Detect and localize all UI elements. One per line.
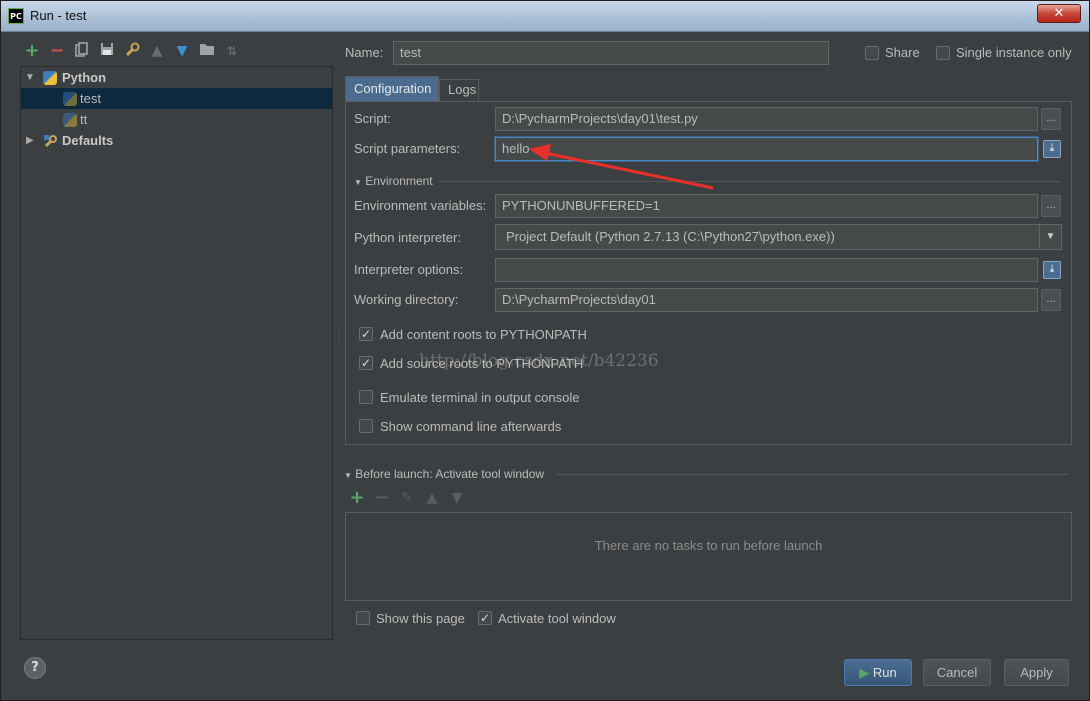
expand-field-icon[interactable]: ⤓ <box>1043 140 1061 158</box>
remove-icon[interactable]: − <box>48 42 66 60</box>
before-launch-task-list: There are no tasks to run before launch <box>345 512 1072 601</box>
run-button-label: Run <box>872 665 897 680</box>
tree-item-label: test <box>80 91 101 106</box>
config-tree: ▼ Python test tt ▶ Defaults <box>20 66 333 640</box>
section-divider <box>556 474 1069 475</box>
move-up-icon[interactable]: ▲ <box>423 489 441 507</box>
move-down-icon[interactable]: ▼ <box>173 42 191 60</box>
edit-task-icon[interactable]: ✎ <box>398 489 416 507</box>
expand-arrow-icon[interactable]: ▶ <box>26 130 34 151</box>
python-icon <box>63 113 77 127</box>
wrench-icon <box>43 134 59 148</box>
tree-node-python[interactable]: ▼ Python <box>21 67 332 88</box>
pane-splitter[interactable]: ⋮ <box>334 331 344 342</box>
folder-icon[interactable] <box>198 42 216 60</box>
interpreter-dropdown[interactable]: Project Default (Python 2.7.13 (C:\Pytho… <box>495 224 1062 250</box>
collapse-arrow-icon: ▼ <box>344 471 352 480</box>
interpreter-options-label: Interpreter options: <box>354 262 464 277</box>
tab-configuration[interactable]: Configuration <box>345 76 439 101</box>
move-down-icon[interactable]: ▼ <box>448 489 466 507</box>
activate-tool-window-checkbox[interactable]: ✓ <box>478 611 492 625</box>
environment-header: Environment <box>365 174 433 188</box>
interpreter-options-input[interactable] <box>495 258 1038 282</box>
tree-item-tt[interactable]: tt <box>21 109 332 130</box>
single-instance-label: Single instance only <box>956 45 1072 60</box>
env-vars-label: Environment variables: <box>354 198 487 213</box>
emulate-terminal-label: Emulate terminal in output console <box>380 390 580 405</box>
apply-button[interactable]: Apply <box>1004 659 1069 686</box>
content-roots-label: Add content roots to PYTHONPATH <box>380 327 587 342</box>
before-launch-section[interactable]: ▼ Before launch: Activate tool window <box>344 467 544 481</box>
name-input[interactable]: test <box>393 41 829 65</box>
add-icon[interactable]: + <box>23 42 41 60</box>
tree-item-test[interactable]: test <box>21 88 332 109</box>
show-page-label: Show this page <box>376 611 465 626</box>
empty-tasks-message: There are no tasks to run before launch <box>594 538 823 553</box>
name-label: Name: <box>345 45 384 60</box>
script-parameters-label: Script parameters: <box>354 141 461 156</box>
add-task-icon[interactable]: + <box>348 489 366 507</box>
environment-section[interactable]: ▼ Environment <box>354 174 433 188</box>
single-instance-checkbox[interactable] <box>936 46 950 60</box>
content-roots-checkbox[interactable]: ✓ <box>359 327 373 341</box>
share-checkbox[interactable] <box>865 46 879 60</box>
show-command-line-label: Show command line afterwards <box>380 419 562 434</box>
pycharm-icon: PC <box>8 8 24 24</box>
wrench-icon[interactable] <box>123 42 141 60</box>
tree-label-defaults: Defaults <box>62 133 114 148</box>
interpreter-value: Project Default (Python 2.7.13 (C:\Pytho… <box>506 229 835 244</box>
window-title: Run - test <box>30 8 87 23</box>
edit-env-vars-button[interactable]: ... <box>1041 195 1061 217</box>
title-bar[interactable]: PC Run - test ✕ <box>1 1 1089 32</box>
browse-directory-button[interactable]: ... <box>1041 289 1061 311</box>
chevron-down-icon: ▼ <box>1039 225 1061 249</box>
annotation-arrow-icon <box>529 144 714 190</box>
source-roots-checkbox[interactable]: ✓ <box>359 356 373 370</box>
cancel-button[interactable]: Cancel <box>923 659 991 686</box>
emulate-terminal-checkbox[interactable] <box>359 390 373 404</box>
python-icon <box>43 71 57 85</box>
working-directory-label: Working directory: <box>354 292 459 307</box>
collapse-arrow-icon: ▼ <box>354 178 362 187</box>
close-button[interactable]: ✕ <box>1037 4 1081 23</box>
run-button[interactable]: ▶ Run <box>844 659 912 686</box>
copy-icon[interactable] <box>73 42 91 60</box>
watermark-text: http://blog.csdn.net/b42236 <box>419 351 659 371</box>
collapse-arrow-icon[interactable]: ▼ <box>25 67 35 88</box>
tree-item-label: tt <box>80 112 88 127</box>
working-directory-input[interactable]: D:\PycharmProjects\day01 <box>495 288 1038 312</box>
share-label: Share <box>885 45 920 60</box>
tree-node-defaults[interactable]: ▶ Defaults <box>21 130 332 151</box>
browse-script-button[interactable]: ... <box>1041 108 1061 130</box>
before-launch-header: Before launch: Activate tool window <box>355 467 545 481</box>
interpreter-label: Python interpreter: <box>354 230 461 245</box>
script-label: Script: <box>354 111 391 126</box>
tab-logs[interactable]: Logs <box>439 79 479 101</box>
show-command-line-checkbox[interactable] <box>359 419 373 433</box>
run-config-dialog: PC Run - test ✕ + − ▲ ▼ ⇅ ▼ Python test … <box>0 0 1090 701</box>
play-icon: ▶ <box>859 665 870 680</box>
sort-icon[interactable]: ⇅ <box>223 42 241 60</box>
python-icon <box>63 92 77 106</box>
show-page-checkbox[interactable] <box>356 611 370 625</box>
activate-tool-window-label: Activate tool window <box>498 611 616 626</box>
expand-field-icon[interactable]: ⤓ <box>1043 261 1061 279</box>
tree-label-python: Python <box>62 70 107 85</box>
save-icon[interactable] <box>98 42 116 60</box>
help-icon[interactable]: ? <box>24 657 46 679</box>
remove-task-icon[interactable]: − <box>373 489 391 507</box>
move-up-icon[interactable]: ▲ <box>148 42 166 60</box>
script-path-input[interactable]: D:\PycharmProjects\day01\test.py <box>495 107 1038 131</box>
